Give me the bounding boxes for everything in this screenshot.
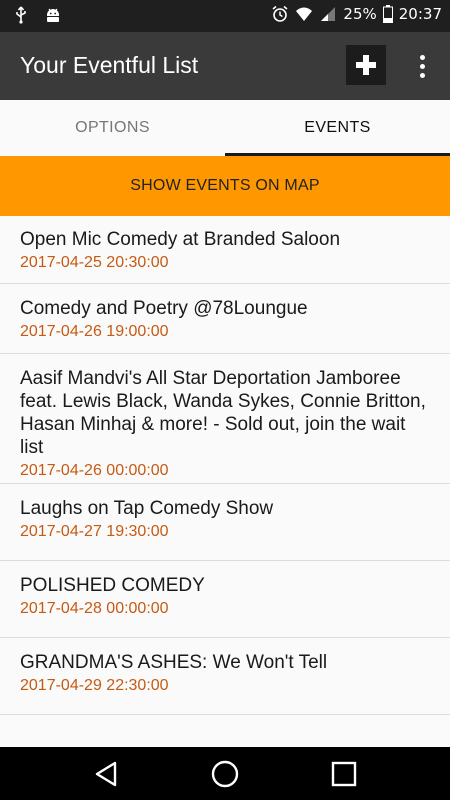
clock: 20:37	[398, 5, 442, 23]
show-events-on-map-button[interactable]: SHOW EVENTS ON MAP	[0, 156, 450, 216]
recents-icon[interactable]	[329, 759, 359, 789]
tab-options[interactable]: OPTIONS	[0, 100, 225, 156]
list-item[interactable]: Open Mic Comedy at Branded Saloon 2017-0…	[0, 216, 450, 284]
plus-icon	[356, 55, 376, 75]
add-event-button[interactable]	[346, 45, 386, 85]
event-date: 2017-04-27 19:30:00	[20, 523, 169, 540]
overflow-menu-button[interactable]	[410, 52, 434, 80]
signal-icon	[321, 7, 336, 21]
event-date: 2017-04-28 00:00:00	[20, 600, 169, 617]
more-vert-icon	[419, 54, 425, 60]
event-title: Laughs on Tap Comedy Show	[20, 498, 274, 519]
event-title: Comedy and Poetry @78Loungue	[20, 298, 308, 319]
battery-icon	[382, 5, 393, 23]
wifi-icon	[296, 7, 313, 21]
alarm-icon	[272, 5, 288, 22]
event-list: Open Mic Comedy at Branded Saloon 2017-0…	[0, 216, 450, 747]
app-bar: Your Eventful List	[0, 32, 450, 100]
navigation-bar	[0, 747, 450, 800]
event-date: 2017-04-25 20:30:00	[20, 254, 169, 271]
tab-bar: OPTIONS EVENTS	[0, 100, 450, 156]
list-item[interactable]: Aasif Mandvi's All Star Deportation Jamb…	[0, 354, 450, 484]
list-item[interactable]: Comedy and Poetry @78Loungue 2017-04-26 …	[0, 284, 450, 354]
battery-percent: 25%	[343, 5, 377, 23]
event-date: 2017-04-26 19:00:00	[20, 323, 169, 340]
event-title: POLISHED COMEDY	[20, 575, 205, 596]
usb-icon	[16, 6, 26, 24]
android-icon	[47, 8, 59, 22]
event-date: 2017-04-29 22:30:00	[20, 677, 169, 694]
list-item[interactable]: POLISHED COMEDY 2017-04-28 00:00:00	[0, 561, 450, 638]
status-bar: 25% 20:37	[0, 0, 450, 32]
back-icon[interactable]	[92, 759, 122, 789]
event-title: Open Mic Comedy at Branded Saloon	[20, 229, 341, 250]
app-title: Your Eventful List	[20, 52, 199, 78]
list-item[interactable]: Laughs on Tap Comedy Show 2017-04-27 19:…	[0, 484, 450, 561]
tab-events[interactable]: EVENTS	[225, 100, 450, 156]
list-item[interactable]: GRANDMA'S ASHES: We Won't Tell 2017-04-2…	[0, 638, 450, 715]
event-title: Aasif Mandvi's All Star Deportation Jamb…	[20, 368, 426, 458]
home-icon[interactable]	[210, 759, 240, 789]
event-date: 2017-04-26 00:00:00	[20, 462, 169, 479]
event-title: GRANDMA'S ASHES: We Won't Tell	[20, 652, 328, 673]
